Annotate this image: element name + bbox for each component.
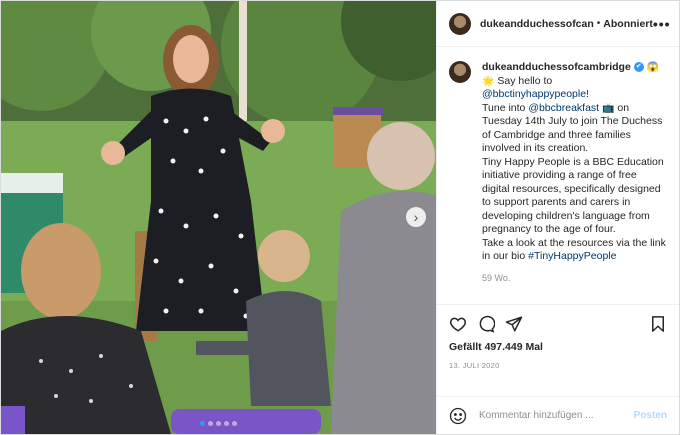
caption-age: 59 Wo. [482, 272, 511, 283]
caption-p3: Tiny Happy People is a BBC Education ini… [482, 155, 664, 236]
caption-p2-pre: Tune into [482, 101, 526, 114]
carousel-dot [200, 421, 205, 426]
bookmark-icon[interactable] [649, 315, 667, 333]
post-header: dukeandduchessofcan • Abonniert ••• [437, 1, 679, 47]
follow-status[interactable]: Abonniert [603, 18, 653, 30]
instagram-post: › dukeandduchessofcan • Abonniert ••• du… [0, 0, 680, 435]
caption-line1: Say hello to [497, 74, 553, 87]
caption-hashtag[interactable]: #TinyHappyPeople [528, 250, 616, 262]
emoji-smiley-icon[interactable] [449, 407, 467, 425]
verified-badge-icon: ✔ [633, 62, 644, 73]
caption-mention-bbcbreakfast[interactable]: @bbcbreakfast [528, 102, 599, 114]
comment-icon[interactable] [477, 315, 495, 333]
tv-emoji: 📺 [602, 102, 615, 114]
carousel-dot [216, 421, 221, 426]
post-comment-button[interactable]: Posten [634, 410, 667, 421]
heart-icon[interactable] [449, 315, 467, 333]
header-username[interactable]: dukeandduchessofcan [480, 18, 594, 30]
action-icons [449, 315, 667, 333]
post-date: 13. JULI 2020 [449, 361, 500, 370]
carousel-dot [224, 421, 229, 426]
post-photo[interactable]: › [1, 1, 436, 434]
avatar[interactable] [449, 12, 471, 35]
carousel-dot [208, 421, 213, 426]
caption-mention-tinyhappypeople[interactable]: @bbctinyhappypeople! [482, 88, 589, 100]
shocked-emoji: 😱 [646, 62, 660, 73]
carousel-next-button[interactable]: › [406, 207, 426, 227]
caption-body: dukeandduchessofcambridge ✔ 😱 🌟 Say hello… [482, 61, 667, 285]
caption: dukeandduchessofcambridge ✔ 😱 🌟 Say hello… [449, 61, 667, 285]
action-bar: Gefällt 497.449 Mal 13. JULI 2020 [437, 304, 679, 396]
more-horizontal-icon[interactable]: ••• [653, 16, 671, 32]
carousel-indicator [1, 421, 436, 426]
photo-scene [1, 1, 436, 434]
post-side-panel: dukeandduchessofcan • Abonniert ••• duke… [436, 1, 679, 434]
comment-input[interactable] [479, 410, 634, 421]
caption-avatar[interactable] [449, 61, 471, 83]
caption-area: dukeandduchessofcambridge ✔ 😱 🌟 Say hello… [437, 47, 679, 304]
share-icon[interactable] [505, 315, 523, 333]
star-emoji: 🌟 [482, 75, 495, 87]
header-separator: • [596, 18, 601, 29]
caption-username[interactable]: dukeandduchessofcambridge [482, 61, 631, 73]
carousel-dot [232, 421, 237, 426]
like-count[interactable]: Gefällt 497.449 Mal [449, 341, 667, 353]
comment-box: Posten [437, 396, 679, 434]
